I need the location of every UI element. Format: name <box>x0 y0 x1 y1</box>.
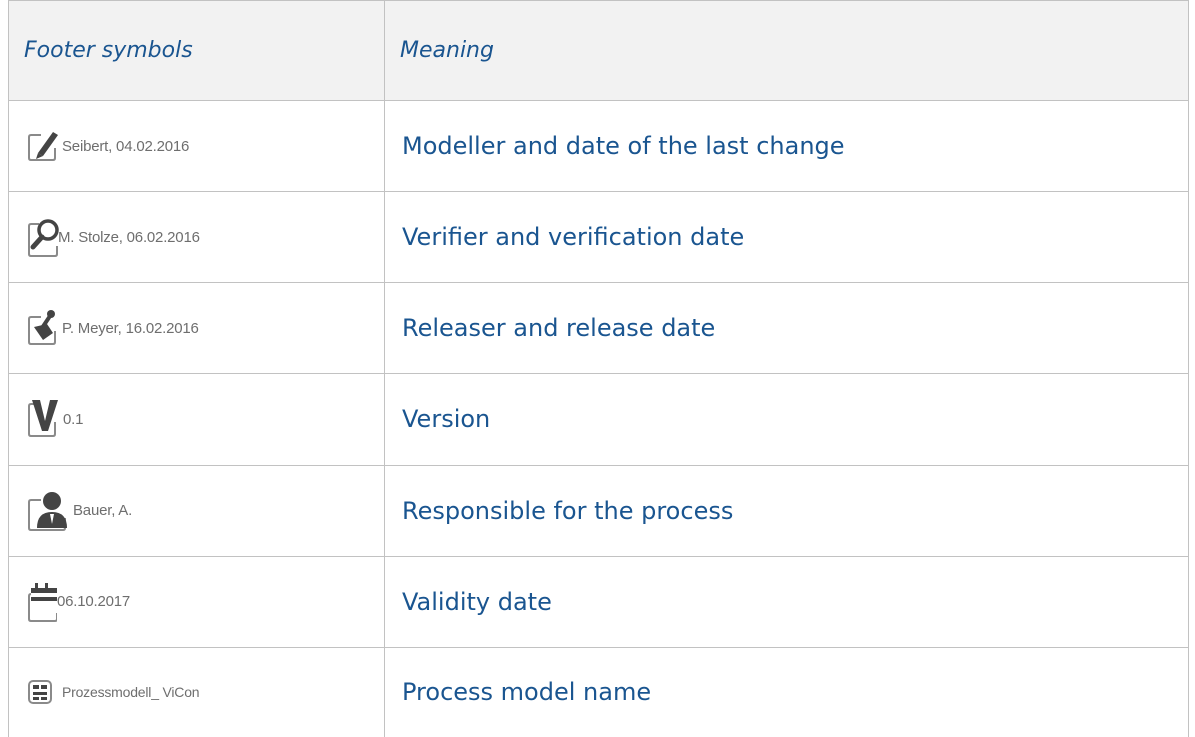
table-row: M. Stolze, 06.02.2016 Verifier and verif… <box>8 191 1189 284</box>
header-footer-symbols: Footer symbols <box>8 0 385 101</box>
footer-symbol: 0.1 <box>27 389 384 449</box>
meaning-cell: Verifier and verification date <box>384 191 1189 284</box>
table-row: Seibert, 04.02.2016 Modeller and date of… <box>8 99 1189 193</box>
symbol-text: 0.1 <box>63 410 84 428</box>
table-row: Bauer, A. Responsible for the process <box>8 464 1189 557</box>
symbol-text: Seibert, 04.02.2016 <box>62 137 190 155</box>
footer-symbols-table: Footer symbols Meaning Seibert, 04.02.20… <box>8 0 1189 737</box>
header-row: Footer symbols Meaning <box>8 0 1189 101</box>
symbol-text: 06.10.2017 <box>57 593 131 611</box>
table-row: 06.10.2017 Validity date <box>8 555 1189 648</box>
header-meaning: Meaning <box>384 0 1189 101</box>
symbol-text: M. Stolze, 06.02.2016 <box>58 228 200 246</box>
magnifier-icon <box>28 219 59 258</box>
symbol-cell: 06.10.2017 <box>8 555 385 648</box>
table-row: 0.1 Version <box>8 373 1189 466</box>
meaning-cell: Version <box>384 373 1189 466</box>
version-v-icon <box>28 400 58 438</box>
footer-symbol: M. Stolze, 06.02.2016 <box>27 207 384 267</box>
meaning-cell: Modeller and date of the last change <box>384 99 1189 193</box>
calendar-icon <box>28 582 57 622</box>
symbol-cell: P. Meyer, 16.02.2016 <box>8 282 385 375</box>
meaning-cell: Process model name <box>384 646 1189 737</box>
table-row: P. Meyer, 16.02.2016 Releaser and releas… <box>8 282 1189 375</box>
symbol-cell: Prozessmodell_ ViCon <box>8 646 385 737</box>
symbol-cell: 0.1 <box>8 373 385 466</box>
symbol-text: Bauer, A. <box>73 502 133 520</box>
person-icon <box>28 491 67 531</box>
symbol-text: Prozessmodell_ ViCon <box>62 684 200 701</box>
footer-symbol: Seibert, 04.02.2016 <box>27 116 384 176</box>
meaning-cell: Releaser and release date <box>384 282 1189 375</box>
footer-symbol: Prozessmodell_ ViCon <box>27 662 384 722</box>
table-row: Prozessmodell_ ViCon Process model name <box>8 646 1189 737</box>
footer-symbol: 06.10.2017 <box>27 572 384 632</box>
footer-symbol: Bauer, A. <box>27 481 384 541</box>
symbol-text: P. Meyer, 16.02.2016 <box>62 319 199 337</box>
meaning-cell: Responsible for the process <box>384 464 1189 557</box>
pencil-icon <box>28 132 58 162</box>
symbol-cell: Seibert, 04.02.2016 <box>8 99 385 193</box>
symbol-cell: Bauer, A. <box>8 464 385 557</box>
process-model-icon <box>28 680 52 705</box>
symbol-cell: M. Stolze, 06.02.2016 <box>8 191 385 284</box>
stamp-icon <box>28 310 56 346</box>
footer-symbol: P. Meyer, 16.02.2016 <box>27 298 384 358</box>
meaning-cell: Validity date <box>384 555 1189 648</box>
